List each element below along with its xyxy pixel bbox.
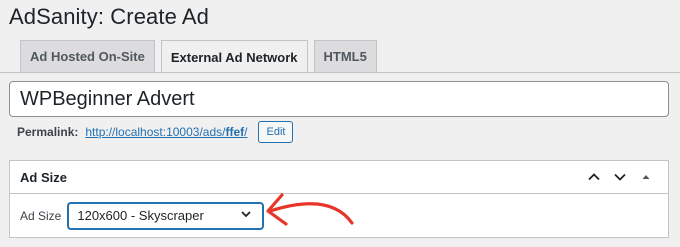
permalink-url-tail: / <box>244 125 248 139</box>
ad-size-select[interactable]: 120x600 - Skyscraper <box>67 201 265 230</box>
page-title: AdSanity: Create Ad <box>9 4 210 29</box>
chevron-down-icon <box>240 208 252 223</box>
permalink-url-base: http://localhost:10003/ads/ <box>85 125 226 139</box>
red-arrow-icon <box>266 193 354 226</box>
chevron-down-icon[interactable] <box>608 165 632 189</box>
permalink-row: Permalink: http://localhost:10003/ads/ff… <box>17 121 294 143</box>
permalink-link[interactable]: http://localhost:10003/ads/ffef/ <box>85 125 247 139</box>
ad-size-box-title: Ad Size <box>20 169 67 185</box>
permalink-label: Permalink: <box>17 125 79 139</box>
triangle-up-icon[interactable] <box>634 165 658 189</box>
ad-title-input[interactable]: WPBeginner Advert <box>9 81 669 117</box>
tab-html5[interactable]: HTML5 <box>313 40 377 72</box>
tab-ad-hosted-on-site[interactable]: Ad Hosted On-Site <box>20 40 155 72</box>
edit-permalink-button[interactable]: Edit <box>258 121 294 143</box>
tab-external-ad-network[interactable]: External Ad Network <box>160 40 308 73</box>
ad-title-value: WPBeginner Advert <box>20 87 195 110</box>
ad-size-selected-value: 120x600 - Skyscraper <box>77 208 204 223</box>
chevron-up-icon[interactable] <box>582 165 606 189</box>
box-controls <box>582 165 658 189</box>
permalink-slug: ffef <box>225 125 245 139</box>
tabs-divider <box>0 72 680 73</box>
tab-bar: Ad Hosted On-Site External Ad Network HT… <box>20 40 377 73</box>
ad-size-label: Ad Size <box>20 208 62 223</box>
